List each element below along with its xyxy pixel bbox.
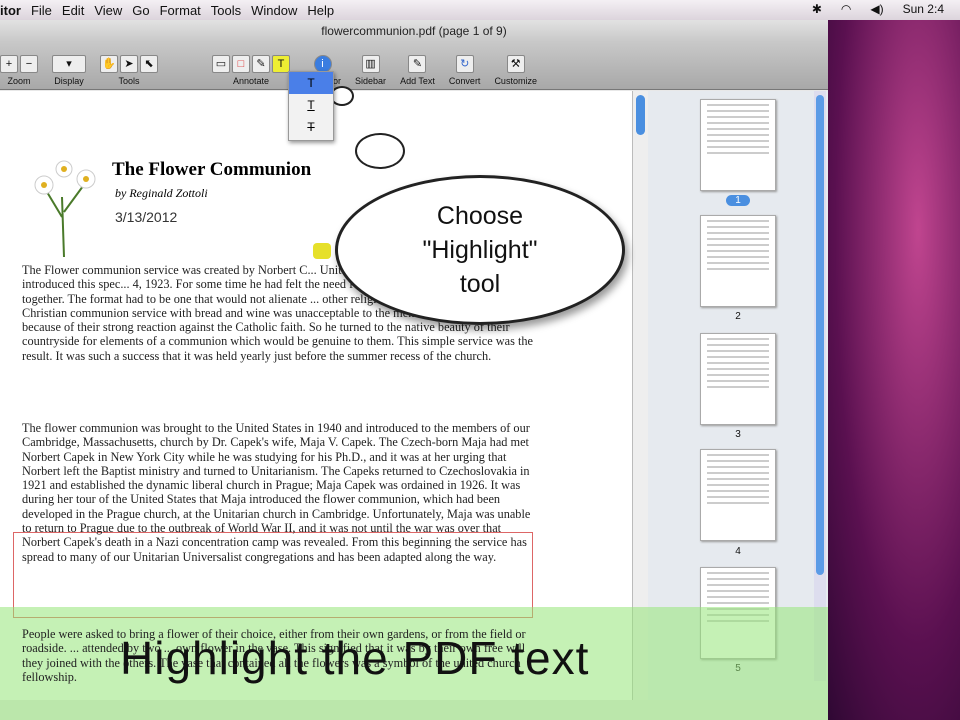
display-icon[interactable]: ▾ bbox=[52, 55, 86, 73]
add-text-group[interactable]: ✎ Add Text bbox=[400, 55, 435, 86]
sidebar-scrollbar[interactable] bbox=[814, 91, 826, 681]
zoom-label: Zoom bbox=[7, 76, 31, 86]
window-title: flowercommunion.pdf (page 1 of 9) bbox=[0, 20, 828, 42]
tools-icon[interactable]: ⚒ bbox=[506, 55, 525, 73]
page-number: 1 bbox=[726, 195, 750, 206]
page-number: 4 bbox=[735, 546, 741, 557]
strikethrough-option[interactable]: T bbox=[289, 116, 333, 138]
sidebar-icon[interactable]: ▥ bbox=[361, 55, 380, 73]
menu-tools[interactable]: Tools bbox=[211, 3, 241, 18]
menu-file[interactable]: File bbox=[31, 3, 52, 18]
annotate-dropdown: T T T bbox=[288, 71, 334, 141]
hand-icon[interactable]: ✋ bbox=[100, 55, 118, 73]
add-text-label: Add Text bbox=[400, 76, 435, 86]
highlight-option[interactable]: T bbox=[289, 72, 333, 94]
underline-option[interactable]: T bbox=[289, 94, 333, 116]
pen-icon[interactable]: ✎ bbox=[252, 55, 270, 73]
customize-label: Customize bbox=[494, 76, 537, 86]
sidebar-label: Sidebar bbox=[355, 76, 387, 86]
menu-view[interactable]: View bbox=[94, 3, 122, 18]
note-icon[interactable]: ▭ bbox=[212, 55, 230, 73]
callout-text: Choose "Highlight" tool bbox=[422, 202, 538, 298]
menu-go[interactable]: Go bbox=[132, 3, 149, 18]
page-thumbnail[interactable] bbox=[700, 449, 776, 541]
cloud-puff bbox=[355, 133, 405, 169]
menu-edit[interactable]: Edit bbox=[62, 3, 84, 18]
thumbnail-sidebar: 1 2 3 4 5 bbox=[648, 91, 828, 700]
volume-icon[interactable]: ◀) bbox=[870, 2, 883, 16]
desktop-background bbox=[820, 20, 960, 720]
document-scrollbar[interactable] bbox=[632, 91, 648, 700]
display-group[interactable]: ▾ Display bbox=[52, 55, 86, 86]
paragraph-3: People were asked to bring a flower of t… bbox=[22, 627, 526, 684]
customize-group[interactable]: ⚒ Customize bbox=[494, 55, 537, 86]
zoom-in-icon[interactable]: + bbox=[0, 55, 18, 73]
clock[interactable]: Sun 2:4 bbox=[903, 2, 944, 16]
convert-group[interactable]: ↻ Convert bbox=[448, 55, 481, 86]
menu-window[interactable]: Window bbox=[251, 3, 297, 18]
page-thumbnail[interactable] bbox=[700, 567, 776, 659]
doc-title: The Flower Communion bbox=[112, 159, 312, 180]
page-number: 5 bbox=[735, 663, 741, 674]
page-thumbnail[interactable] bbox=[700, 99, 776, 191]
menu-app[interactable]: itor bbox=[0, 3, 21, 18]
paragraph-2: The flower communion was brought to the … bbox=[22, 421, 531, 564]
toolbar: +−Zoom ▾Display ✋➤⬉Tools ▭□✎TAnnotate iI… bbox=[0, 42, 828, 90]
select-icon[interactable]: ⬉ bbox=[140, 55, 158, 73]
rect-icon[interactable]: □ bbox=[232, 55, 250, 73]
bluetooth-icon[interactable]: ✱ bbox=[812, 2, 822, 16]
wifi-icon[interactable]: ◠ bbox=[841, 2, 851, 16]
flower-image bbox=[34, 160, 96, 257]
doc-date: 3/13/2012 bbox=[115, 209, 178, 225]
status-menus: ✱ ◠ ◀) Sun 2:4 bbox=[812, 2, 954, 16]
callout-cloud: Choose "Highlight" tool bbox=[335, 175, 625, 325]
menu-help[interactable]: Help bbox=[307, 3, 334, 18]
display-label: Display bbox=[54, 76, 84, 86]
menu-format[interactable]: Format bbox=[160, 3, 201, 18]
sidebar-group[interactable]: ▥ Sidebar bbox=[355, 55, 386, 86]
page-number: 2 bbox=[735, 311, 741, 322]
tools-group[interactable]: ✋ ➤ ⬉ Tools bbox=[100, 55, 158, 86]
note-annotation-icon[interactable] bbox=[313, 243, 331, 259]
page-thumbnail[interactable] bbox=[700, 215, 776, 307]
zoom-out-icon[interactable]: − bbox=[20, 55, 38, 73]
page-thumbnail[interactable] bbox=[700, 333, 776, 425]
tools-label: Tools bbox=[118, 76, 140, 86]
page-number: 3 bbox=[735, 429, 741, 440]
add-text-icon[interactable]: ✎ bbox=[408, 55, 427, 73]
doc-author: by Reginald Zottoli bbox=[115, 186, 208, 200]
menu-bar: itor File Edit View Go Format Tools Wind… bbox=[0, 0, 960, 20]
convert-icon[interactable]: ↻ bbox=[455, 55, 474, 73]
annotate-group[interactable]: ▭ □ ✎ T Annotate bbox=[212, 55, 290, 86]
zoom-group[interactable]: + − Zoom bbox=[0, 55, 38, 86]
convert-label: Convert bbox=[448, 76, 481, 86]
arrow-icon[interactable]: ➤ bbox=[120, 55, 138, 73]
annotate-label: Annotate bbox=[232, 76, 270, 86]
